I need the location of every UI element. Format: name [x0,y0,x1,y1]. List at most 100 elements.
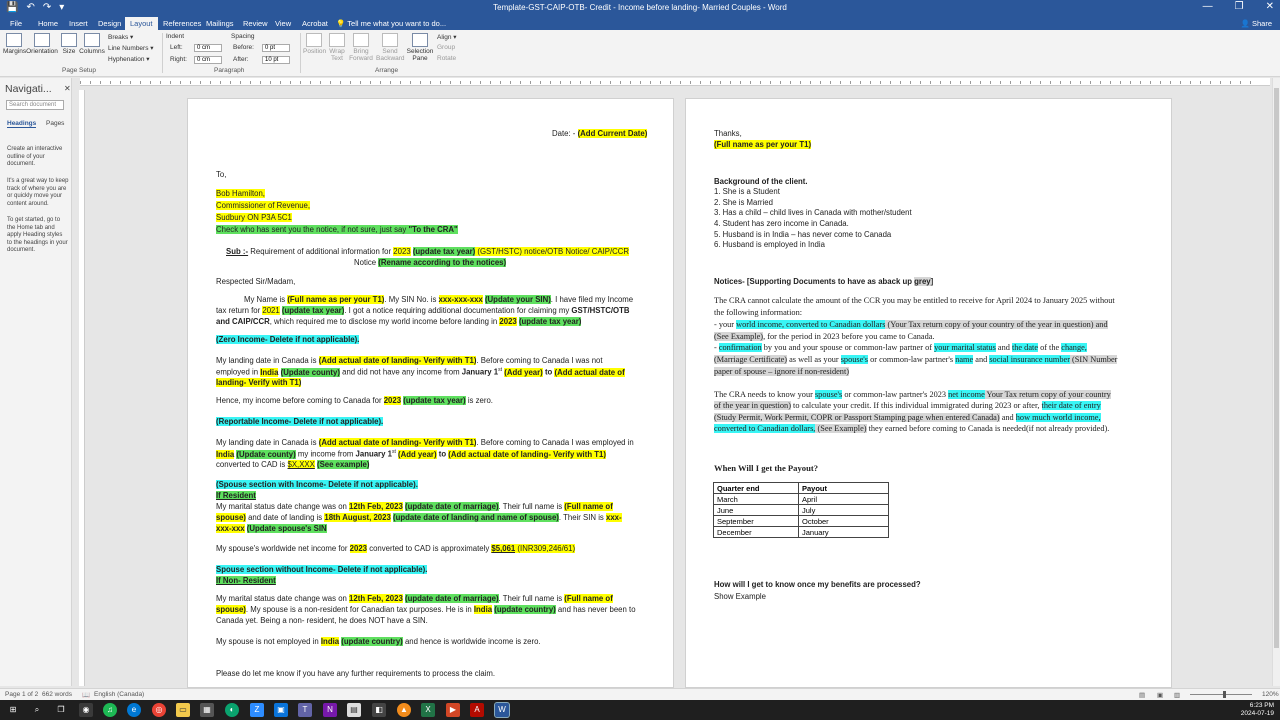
tab-home[interactable]: Home [38,19,58,28]
share-button[interactable]: 👤 Share [1241,19,1272,28]
print-layout-icon[interactable]: ▣ [1157,691,1163,699]
ruler-tick [710,81,711,84]
word-count[interactable]: 662 words [42,691,72,698]
tab-layout[interactable]: Layout [125,17,158,30]
app-icon[interactable]: ◐ [225,703,239,717]
tell-me-search[interactable]: 💡 Tell me what you want to do... [336,19,446,28]
table-cell: September [713,515,799,527]
close-icon[interactable]: ✕ [64,84,71,93]
word-icon[interactable]: W [494,702,510,718]
windows-start-icon[interactable]: ⊞ [6,703,20,717]
ruler-tick [590,81,591,84]
selection-pane-button[interactable]: Selection Pane [406,33,434,62]
align-button[interactable]: Align ▾ [437,33,457,41]
task-view-icon[interactable]: ❐ [54,703,68,717]
line-numbers-button[interactable]: Line Numbers ▾ [108,44,154,52]
k-text: and [999,413,1016,422]
acrobat-icon[interactable]: A [470,703,484,717]
chrome-icon[interactable]: ◎ [152,703,166,717]
indent-right-input[interactable]: 0 cm [194,56,222,64]
edge-icon[interactable]: e [127,703,141,717]
spacing-before-input[interactable]: 0 pt [262,44,290,52]
ruler-tick [750,81,751,84]
ruler-tick [1190,81,1191,84]
bring-forward-button[interactable]: Bring Forward [348,33,374,62]
send-backward-button[interactable]: Send Backward [376,33,405,62]
document-page-1[interactable]: Date: - (Add Current Date) To, Bob Hamil… [187,98,674,688]
m1-text: and date of landing is [245,513,325,522]
search-icon[interactable]: ⌕ [30,703,44,717]
orientation-button[interactable]: Orientation [26,33,58,55]
spacing-after-label: After: [233,56,249,63]
ruler-tick [530,81,531,84]
breaks-button[interactable]: Breaks ▾ [108,33,133,41]
tab-references[interactable]: References [163,19,201,28]
tab-design[interactable]: Design [98,19,121,28]
horizontal-ruler[interactable] [80,78,1270,86]
ruler-tick [470,81,471,84]
page-count[interactable]: Page 1 of 2 [5,691,38,698]
zoom-slider-thumb[interactable] [1223,691,1226,698]
hence-end: is zero. [465,396,493,405]
check-note: Check who has sent you the notice, if no… [216,225,458,234]
p3-amount: $X,XXX [287,460,315,469]
check-note-body: Check who has sent you the notice, if no… [216,225,409,234]
app-icon[interactable]: ◉ [79,703,93,717]
spotify-icon[interactable]: ♫ [103,703,117,717]
vertical-ruler[interactable] [79,90,85,686]
app-icon[interactable]: ◧ [372,703,386,717]
rotate-button[interactable]: Rotate [437,55,456,62]
payout-table: Quarter end Payout March April June July… [713,482,889,538]
tab-pages[interactable]: Pages [46,120,64,127]
tab-acrobat[interactable]: Acrobat [302,19,328,28]
proofing-icon[interactable]: 📖 [82,691,90,699]
file-explorer-icon[interactable]: ▭ [176,703,190,717]
size-button[interactable]: Size [60,33,78,55]
onenote-icon[interactable]: N [323,703,337,717]
zoom-level[interactable]: 120% [1262,691,1279,698]
app-icon[interactable]: ▶ [446,703,460,717]
read-mode-icon[interactable]: ▤ [1139,691,1145,699]
hyphenation-button[interactable]: Hyphenation ▾ [108,55,150,63]
spacing-after-input[interactable]: 10 pt [262,56,290,64]
scrollbar-thumb[interactable] [1274,88,1279,648]
notepad-icon[interactable]: ▤ [347,703,361,717]
table-header-row: Quarter end Payout [713,482,889,494]
tab-insert[interactable]: Insert [69,19,88,28]
app-icon[interactable]: ▦ [200,703,214,717]
ruler-tick [1250,81,1251,84]
teams-icon[interactable]: T [298,703,312,717]
system-clock[interactable]: 6:23 PM 2024-07-19 [1241,702,1274,718]
vlc-icon[interactable]: ▲ [397,703,411,717]
p1-caip: and CAIP/CCR [216,317,270,326]
n1-country-update: (update country) [494,605,556,614]
restore-icon[interactable]: ❐ [1235,1,1244,12]
ruler-tick [970,81,971,84]
app-icon[interactable]: ▣ [274,703,288,717]
tab-view[interactable]: View [275,19,291,28]
zoom-app-icon[interactable]: Z [250,703,264,717]
vertical-scrollbar[interactable] [1272,78,1280,686]
position-button[interactable]: Position [303,33,326,55]
margins-button[interactable]: Margins [3,33,26,55]
web-layout-icon[interactable]: ▥ [1174,691,1180,699]
tab-headings[interactable]: Headings [7,120,37,128]
zoom-slider[interactable] [1190,694,1252,695]
tab-review[interactable]: Review [243,19,268,28]
group-button[interactable]: Group [437,44,455,51]
wrap-text-button[interactable]: Wrap Text [327,33,347,62]
indent-left-input[interactable]: 0 cm [194,44,222,52]
language-status[interactable]: English (Canada) [94,691,144,698]
minimize-icon[interactable]: — [1203,1,1213,12]
para2-line1: My landing date in Canada is (Add actual… [216,356,603,365]
ruler-tick [1120,81,1121,84]
excel-icon[interactable]: X [421,703,435,717]
cra-change: change, [1061,343,1087,352]
search-input[interactable]: Search document [6,100,64,110]
tab-mailings[interactable]: Mailings [206,19,234,28]
document-page-2[interactable]: Thanks, (Full name as per your T1) Backg… [685,98,1172,688]
tab-file[interactable]: File [10,19,22,28]
close-icon[interactable]: ✕ [1266,1,1274,12]
columns-button[interactable]: Columns [79,33,105,55]
cra-text: of the [1038,343,1062,352]
